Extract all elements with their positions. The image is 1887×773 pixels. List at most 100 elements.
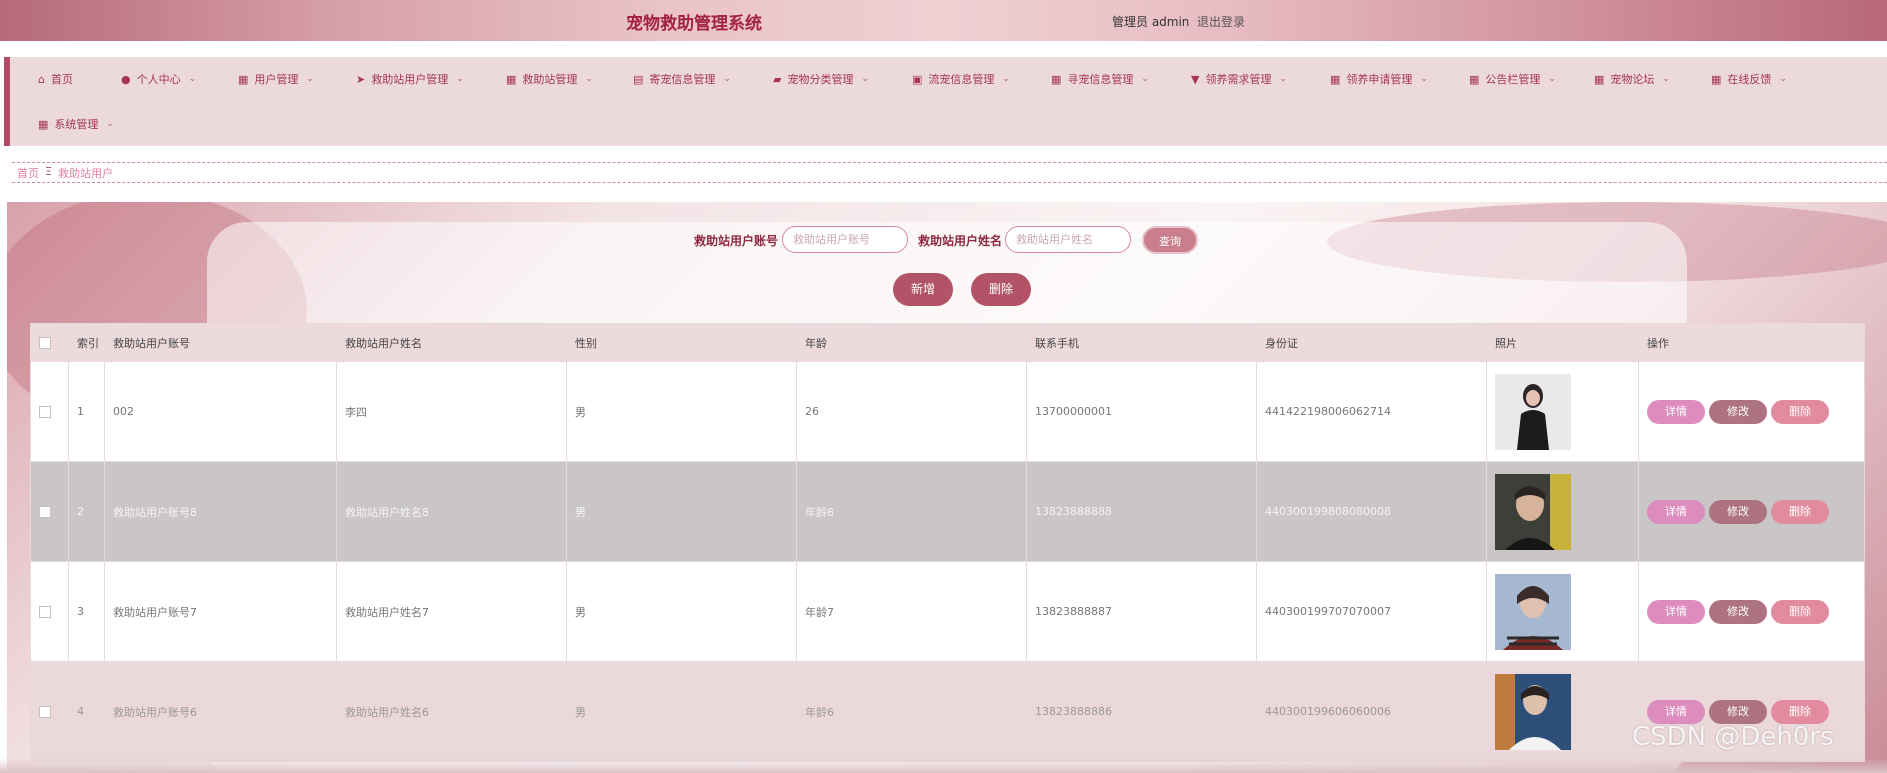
nav-item-forum[interactable]: ▦ 宠物论坛 ⌄	[1594, 71, 1670, 87]
chevron-down-icon: ⌄	[585, 74, 593, 84]
nav-item-system[interactable]: ▦ 系统管理 ⌄	[38, 116, 114, 132]
nav-item-users[interactable]: ▦ 用户管理 ⌄	[238, 71, 314, 87]
grid-icon: ▦	[506, 72, 517, 86]
edit-button[interactable]: 修改	[1709, 399, 1767, 424]
gender-cell: 男	[566, 461, 797, 562]
chevron-down-icon: ⌄	[306, 74, 314, 84]
name-search-input[interactable]	[1005, 226, 1131, 253]
nav-item-feedback[interactable]: ▦ 在线反馈 ⌄	[1711, 71, 1787, 87]
name-cell: 救助站用户姓名6	[336, 661, 567, 762]
index-cell: 3	[68, 561, 105, 662]
bottom-fade	[0, 758, 1887, 773]
grid-icon: ▦	[38, 117, 49, 131]
age-cell: 26	[796, 361, 1027, 462]
ops-cell: 详情 修改 删除	[1638, 461, 1865, 562]
nav-item-notice[interactable]: ▦ 公告栏管理 ⌄	[1469, 71, 1556, 87]
query-button[interactable]: 查询	[1142, 226, 1198, 254]
gender-cell: 男	[566, 361, 797, 462]
select-all-checkbox[interactable]	[39, 337, 51, 349]
photo-cell	[1486, 661, 1639, 762]
breadcrumb-current: 救助站用户	[57, 167, 113, 180]
detail-button[interactable]: 详情	[1647, 699, 1705, 724]
row-checkbox[interactable]	[39, 706, 51, 718]
col-header: 操作	[1638, 323, 1865, 362]
nav-item-adopt-apply[interactable]: ▦ 领养申请管理 ⌄	[1330, 71, 1428, 87]
col-header[interactable]: 年龄	[796, 323, 1027, 362]
nav-item-label: 宠物分类管理	[787, 73, 854, 86]
phone-cell: 13823888887	[1026, 561, 1257, 662]
index-cell: 2	[68, 461, 105, 562]
nav-item-adopt-needs[interactable]: ▼ 领养需求管理 ⌄	[1191, 71, 1287, 87]
col-header[interactable]: 救助站用户账号	[104, 323, 337, 362]
breadcrumb-top-divider	[12, 162, 1887, 163]
photo-cell	[1486, 461, 1639, 562]
nav-item-label: 寄宠信息管理	[649, 73, 716, 86]
nav-item-label: 首页	[50, 73, 73, 86]
nav-item-label: 流宠信息管理	[928, 73, 995, 86]
edit-button[interactable]: 修改	[1709, 499, 1767, 524]
nav-item-stray[interactable]: ▣ 流宠信息管理 ⌄	[912, 71, 1010, 87]
grid-icon: ▦	[1051, 72, 1062, 86]
logout-link[interactable]: 退出登录	[1197, 13, 1245, 30]
chevron-down-icon: ⌄	[1662, 74, 1670, 84]
idcard-cell: 441422198006062714	[1256, 361, 1487, 462]
account-cell: 救助站用户账号6	[104, 661, 337, 762]
delete-button[interactable]: 删除	[1771, 599, 1829, 624]
add-button[interactable]: 新增	[893, 273, 953, 306]
detail-button[interactable]: 详情	[1647, 499, 1705, 524]
chevron-down-icon: ⌄	[1002, 74, 1010, 84]
chevron-down-icon: ⌄	[188, 74, 197, 84]
nav-item-lost[interactable]: ▦ 寻宠信息管理 ⌄	[1051, 71, 1149, 87]
nav-item-foster[interactable]: ▤ 寄宠信息管理 ⌄	[633, 71, 731, 87]
row-select-cell[interactable]	[30, 561, 69, 662]
edit-button[interactable]: 修改	[1709, 699, 1767, 724]
detail-button[interactable]: 详情	[1647, 399, 1705, 424]
account-cell: 救助站用户账号8	[104, 461, 337, 562]
nav-item-pet-category[interactable]: ▰ 宠物分类管理 ⌄	[773, 71, 869, 87]
delete-button[interactable]: 删除	[1771, 499, 1829, 524]
name-search-label: 救助站用户姓名	[918, 234, 1003, 248]
edit-button[interactable]: 修改	[1709, 599, 1767, 624]
age-cell: 年龄6	[796, 661, 1027, 762]
user-icon: ●	[121, 72, 131, 86]
delete-button[interactable]: 删除	[1771, 699, 1829, 724]
col-header[interactable]: 性别	[566, 323, 797, 362]
account-cell: 002	[104, 361, 337, 462]
row-select-cell[interactable]	[30, 361, 69, 462]
clipboard-icon: ▣	[912, 72, 923, 86]
nav-item-profile[interactable]: ● 个人中心 ⌄	[121, 71, 196, 87]
nav-item-label: 寻宠信息管理	[1067, 73, 1134, 86]
row-select-cell[interactable]	[30, 661, 69, 762]
user-photo[interactable]	[1495, 473, 1571, 550]
station-user-table: 索引 救助站用户账号 救助站用户姓名 性别 年龄 联系手机 身份证 照片 操作 …	[30, 323, 1865, 762]
row-checkbox[interactable]	[39, 506, 51, 518]
user-photo[interactable]	[1495, 673, 1571, 750]
nav-item-label: 救助站管理	[522, 73, 578, 86]
detail-button[interactable]: 详情	[1647, 599, 1705, 624]
select-all-cell[interactable]	[30, 323, 69, 362]
row-checkbox[interactable]	[39, 406, 51, 418]
col-header[interactable]: 身份证	[1256, 323, 1487, 362]
user-photo[interactable]	[1495, 373, 1571, 450]
breadcrumb-home[interactable]: 首页	[17, 165, 39, 181]
account-search-input[interactable]	[782, 226, 908, 253]
photo-cell	[1486, 361, 1639, 462]
breadcrumb: 首页 Ξ 救助站用户	[17, 165, 113, 181]
nav-item-stations[interactable]: ▦ 救助站管理 ⌄	[506, 71, 593, 87]
batch-delete-button[interactable]: 删除	[971, 273, 1031, 306]
col-header[interactable]: 联系手机	[1026, 323, 1257, 362]
row-select-cell[interactable]	[30, 461, 69, 562]
user-photo[interactable]	[1495, 573, 1571, 650]
table-row: 1 002 李四 男 26 13700000001 44142219800606…	[30, 361, 1865, 462]
col-header[interactable]: 救助站用户姓名	[336, 323, 567, 362]
name-cell: 救助站用户姓名8	[336, 461, 567, 562]
nav-item-station-users[interactable]: ➤ 救助站用户管理 ⌄	[356, 71, 464, 87]
nav-item-home[interactable]: ⌂ 首页	[38, 71, 73, 87]
row-checkbox[interactable]	[39, 606, 51, 618]
name-cell: 救助站用户姓名7	[336, 561, 567, 662]
pin-icon: ▼	[1191, 72, 1200, 86]
nav-item-label: 救助站用户管理	[371, 73, 449, 86]
col-header: 索引	[68, 323, 105, 362]
delete-button[interactable]: 删除	[1771, 399, 1829, 424]
nav-item-label: 用户管理	[254, 73, 299, 86]
